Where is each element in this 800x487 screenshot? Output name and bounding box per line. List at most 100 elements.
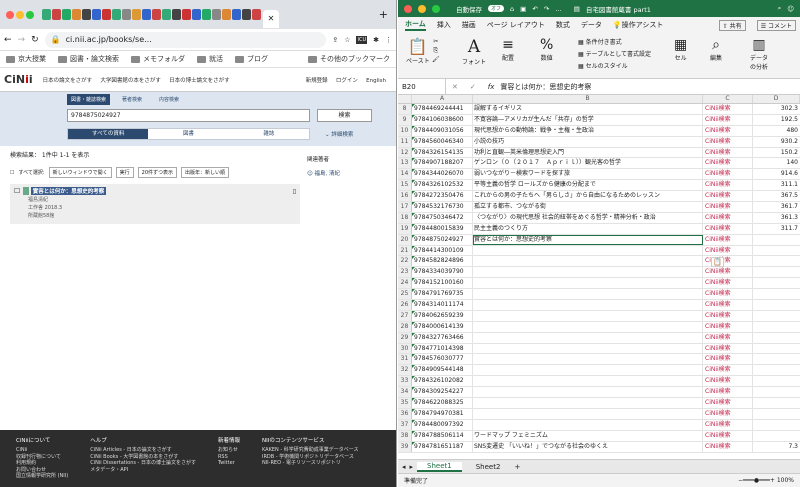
cell-title[interactable] [473,245,703,256]
browser-tab-favicon[interactable] [162,9,171,20]
cut-icon[interactable]: ✂ [432,37,440,46]
cell-ndc[interactable]: 192.5 [753,115,800,125]
cell-ndc[interactable] [753,365,800,375]
clipboard-tools[interactable]: ✂ ⎘ 🖌 [432,37,440,64]
row-number[interactable]: 37 [398,419,412,430]
cell-isbn[interactable]: 9784576030777 [412,354,473,365]
row-number[interactable]: 11 [398,136,412,147]
cell-ndc[interactable] [753,235,800,245]
cell-ndc[interactable]: 311.7 [753,224,800,234]
footer-link[interactable]: お知らせ [218,447,240,454]
cell-title[interactable] [473,289,703,300]
cell-title[interactable]: 〈つながり〉の現代思想 社会的紐帯をめぐる哲学・精神分析・政治 [473,212,703,223]
copy-icon[interactable]: ⎘ [432,46,440,55]
cell-ndc[interactable]: 311.1 [753,180,800,190]
paste-button[interactable]: 📋 ペースト [406,37,430,65]
cell-title[interactable] [473,278,703,289]
tab-data[interactable]: データ [581,20,602,30]
row-number[interactable]: 16 [398,191,412,202]
cell-ndc[interactable]: 361.3 [753,213,800,223]
row-number[interactable]: 18 [398,212,412,223]
row-number[interactable]: 14 [398,169,412,180]
cell-cinii-link[interactable]: CiNii検索 [703,212,753,223]
cell-cinii-link[interactable]: CiNii検索 [703,245,753,256]
row-number[interactable]: 13 [398,158,412,169]
link-books[interactable]: 大学図書館の本をさがす [100,78,161,84]
cell-cinii-link[interactable]: CiNii検索 [703,104,753,114]
cell-title[interactable] [473,256,703,267]
zoom-control[interactable]: −━━━●━━━+ 100% [738,477,794,484]
cells-button[interactable]: ▦ セル [674,37,687,62]
link-dissertations[interactable]: 日本の博士論文をさがす [169,78,230,84]
cell-isbn[interactable]: 9784781651187 [412,441,473,452]
footer-link[interactable]: 国立情報学研究所 (NII) [16,473,68,480]
sheet-tab-1[interactable]: Sheet1 [417,461,462,472]
active-tab-close-icon[interactable]: ✕ [263,9,279,28]
row-number[interactable]: 21 [398,245,412,256]
row-number[interactable]: 36 [398,408,412,419]
cell-isbn[interactable]: 9784326154135 [412,147,473,158]
conditional-format-button[interactable]: ▦ 条件付き書式 [578,37,651,49]
row-number[interactable]: 32 [398,365,412,376]
other-bookmarks[interactable]: その他のブックマーク [308,54,390,64]
cell-isbn[interactable]: 9784791769735 [412,289,473,300]
fx-icon[interactable]: fx [482,83,501,91]
bookmark-icon[interactable]: ▯ [293,188,296,195]
browser-tab-favicon[interactable] [152,9,161,20]
cell-ndc[interactable]: 150.2 [753,148,800,158]
cell-styles-button[interactable]: ▦ セルのスタイル [578,61,651,73]
cell-title[interactable] [473,365,703,376]
footer-link[interactable]: メタデータ・API [90,467,196,474]
browser-tab-favicon[interactable] [82,9,91,20]
cell-isbn[interactable]: 9784907188207 [412,158,473,169]
cell-ndc[interactable] [753,278,800,288]
tab-author-search[interactable]: 著者検索 [118,94,146,105]
bookmark-5[interactable]: ブログ [235,54,268,64]
name-box[interactable]: B20 [398,79,446,94]
cell-isbn[interactable]: 9784327763466 [412,332,473,343]
tab-formulas[interactable]: 数式 [556,20,570,30]
cell-isbn[interactable]: 9784326102532 [412,180,473,191]
cell-cinii-link[interactable]: CiNii検索 [703,136,753,147]
search-button[interactable]: 検索 [317,109,372,122]
english-link[interactable]: English [366,78,386,84]
cell-isbn[interactable]: 9784750346472 [412,212,473,223]
cell-cinii-link[interactable]: CiNii検索 [703,158,753,169]
minimize-window-icon[interactable] [418,4,426,13]
browser-tab-favicon[interactable] [142,9,151,20]
cell-ndc[interactable]: 140 [753,158,800,168]
share-button[interactable]: ⇧ 共有 [718,19,746,31]
bookmark-1[interactable]: 京大授業 [6,54,46,64]
cell-cinii-link[interactable]: CiNii検索 [703,234,753,245]
prev-sheet-icon[interactable]: ◂ [402,463,406,471]
cell-cinii-link[interactable]: CiNii検索 [703,441,753,452]
row-number[interactable]: 38 [398,430,412,441]
cell-isbn[interactable]: 9784000614139 [412,321,473,332]
cell-isbn[interactable]: 9784334039790 [412,267,473,278]
cell-title[interactable] [473,376,703,387]
autosave-toggle[interactable]: オフ [488,5,505,12]
cell-isbn[interactable]: 9784909544148 [412,365,473,376]
cell-ndc[interactable] [753,376,800,386]
run-button[interactable]: 実行 [115,167,134,178]
cell-cinii-link[interactable]: CiNii検索 [703,310,753,321]
cell-isbn[interactable]: 9784414300109 [412,245,473,256]
cell-ndc[interactable] [753,256,800,266]
cell-cinii-link[interactable]: CiNii検索 [703,125,753,136]
cell-cinii-link[interactable]: CiNii検索 [703,169,753,180]
cell-ndc[interactable]: 302.3 [753,104,800,114]
alignment-button[interactable]: ≡ 配置 [502,37,514,62]
row-number[interactable]: 22 [398,256,412,267]
browser-tab-favicon[interactable] [102,9,111,20]
cell-title[interactable] [473,343,703,354]
row-number[interactable]: 27 [398,310,412,321]
related-author-link[interactable]: ☺ 福島, 清紀 [307,169,340,177]
cell-isbn[interactable]: 9784062659239 [412,310,473,321]
cell-title[interactable]: ワードマップ フェミニズム [473,430,703,441]
reload-icon[interactable]: ↻ [31,35,39,45]
enter-icon[interactable]: ✓ [464,83,482,91]
cell-isbn[interactable]: 9784309254227 [412,387,473,398]
cell-isbn[interactable]: 9784788506114 [412,430,473,441]
row-number[interactable]: 10 [398,125,412,136]
browser-tab-favicon[interactable] [232,9,241,20]
